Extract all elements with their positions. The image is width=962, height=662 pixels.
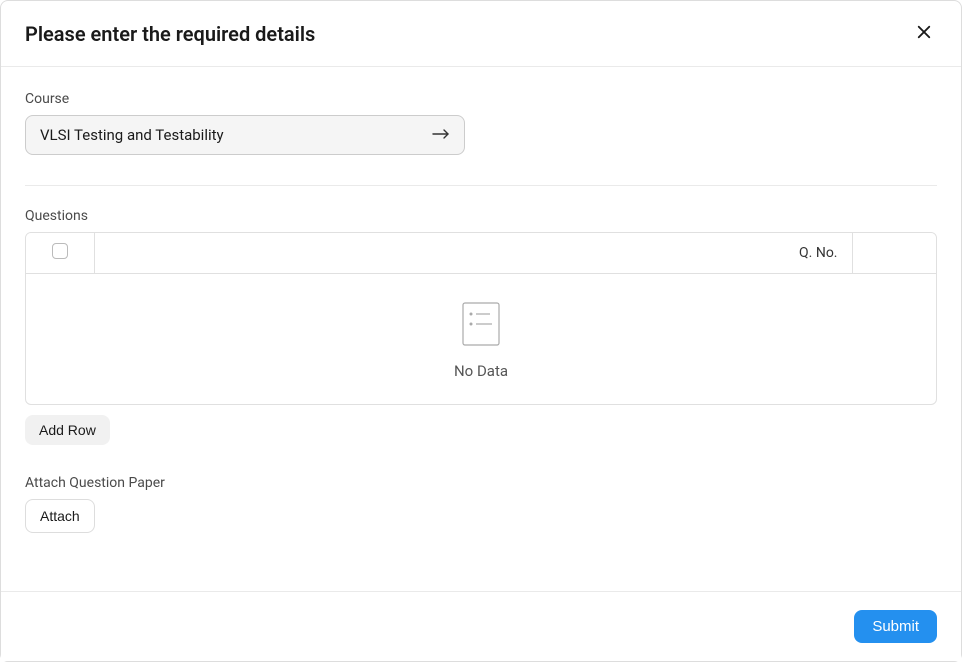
course-select[interactable]: VLSI Testing and Testability <box>25 115 465 155</box>
course-field-group: Course VLSI Testing and Testability <box>25 91 937 155</box>
attach-button[interactable]: Attach <box>25 499 95 533</box>
course-select-value: VLSI Testing and Testability <box>40 126 224 144</box>
submit-button[interactable]: Submit <box>854 610 937 643</box>
table-header-qno[interactable]: Q. No. <box>94 233 852 274</box>
questions-field-group: Questions Q. No. <box>25 208 937 445</box>
table-header-row: Q. No. <box>26 233 936 274</box>
modal-body: Course VLSI Testing and Testability Ques… <box>1 67 961 578</box>
add-row-button[interactable]: Add Row <box>25 415 110 445</box>
table-header-checkbox <box>26 233 94 274</box>
modal-footer: Submit <box>1 591 961 661</box>
no-data-text: No Data <box>26 362 936 380</box>
arrow-right-icon <box>432 126 450 144</box>
questions-label: Questions <box>25 208 937 224</box>
questions-table: Q. No. <box>26 233 936 404</box>
close-button[interactable] <box>911 19 937 48</box>
document-icon <box>462 302 500 350</box>
table-empty-row: No Data <box>26 274 936 405</box>
table-header-actions <box>852 233 936 274</box>
no-data-cell: No Data <box>26 274 936 405</box>
attach-label: Attach Question Paper <box>25 475 937 491</box>
select-all-checkbox[interactable] <box>52 243 68 259</box>
section-divider <box>25 185 937 186</box>
course-label: Course <box>25 91 937 107</box>
attach-section: Attach Question Paper Attach <box>25 475 937 533</box>
questions-table-container: Q. No. <box>25 232 937 405</box>
close-icon <box>915 23 933 44</box>
modal-header: Please enter the required details <box>1 1 961 67</box>
modal-title: Please enter the required details <box>25 22 315 46</box>
